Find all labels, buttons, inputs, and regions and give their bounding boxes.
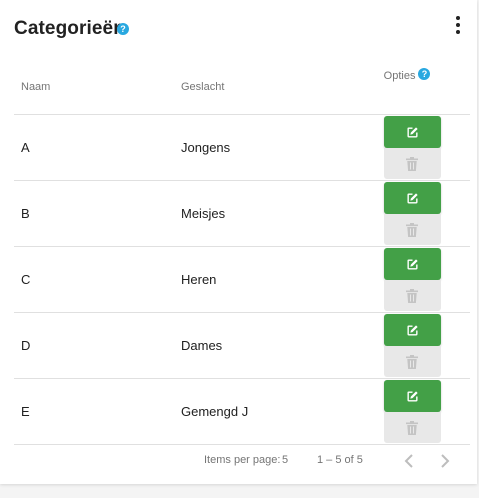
items-per-page-label: Items per page: <box>204 454 281 466</box>
cell-geslacht: Meisjes <box>181 180 384 247</box>
card-header: Categorieën ? <box>14 14 469 46</box>
help-icon[interactable]: ? <box>117 23 129 35</box>
cell-geslacht: Gemengd J <box>181 378 384 445</box>
items-per-page-select[interactable]: 5 <box>282 454 288 466</box>
delete-button[interactable] <box>383 148 441 179</box>
edit-icon <box>407 126 418 138</box>
more-vert-icon <box>456 16 460 20</box>
delete-button[interactable] <box>383 214 441 245</box>
trash-icon <box>406 288 419 303</box>
edit-icon <box>407 192 418 204</box>
categories-table: Naam Geslacht Opties? A Jongens B Meisje… <box>14 60 470 445</box>
table-row: A Jongens <box>14 114 470 181</box>
delete-button[interactable] <box>383 346 441 377</box>
cell-opties <box>383 378 470 445</box>
categories-card: Categorieën ? Naam Geslacht Opties? A Jo… <box>0 0 477 484</box>
next-page-button[interactable] <box>434 450 456 472</box>
previous-page-button[interactable] <box>398 450 420 472</box>
cell-opties <box>383 180 470 247</box>
page-title: Categorieën <box>14 18 125 39</box>
table-header-row: Naam Geslacht Opties? <box>14 60 470 115</box>
more-options-button[interactable] <box>447 14 469 36</box>
opties-label: Opties <box>383 70 416 82</box>
delete-button[interactable] <box>383 280 441 311</box>
cell-naam: B <box>14 180 181 247</box>
trash-icon <box>406 354 419 369</box>
paginator: Items per page: 5 1 – 5 of 5 <box>0 436 477 484</box>
help-icon[interactable]: ? <box>418 68 431 80</box>
cell-geslacht: Jongens <box>181 114 384 181</box>
edit-button[interactable] <box>383 116 441 148</box>
cell-opties <box>383 114 470 181</box>
chevron-right-icon <box>441 454 450 468</box>
edit-button[interactable] <box>383 248 441 280</box>
trash-icon <box>406 156 419 171</box>
table-row: B Meisjes <box>14 180 470 247</box>
edit-icon <box>407 258 418 270</box>
column-header-naam[interactable]: Naam <box>14 60 181 115</box>
cell-naam: A <box>14 114 181 181</box>
cell-geslacht: Dames <box>181 312 384 379</box>
edit-button[interactable] <box>383 182 441 214</box>
trash-icon <box>406 420 419 435</box>
table-row: C Heren <box>14 246 470 313</box>
cell-naam: D <box>14 312 181 379</box>
edit-button[interactable] <box>383 380 441 412</box>
edit-icon <box>407 324 418 336</box>
cell-naam: E <box>14 378 181 445</box>
page-range-label: 1 – 5 of 5 <box>317 454 363 466</box>
cell-opties <box>383 312 470 379</box>
cell-opties <box>383 246 470 313</box>
table-row: E Gemengd J <box>14 378 470 445</box>
cell-naam: C <box>14 246 181 313</box>
edit-icon <box>407 390 418 402</box>
column-header-geslacht[interactable]: Geslacht <box>181 60 384 115</box>
chevron-left-icon <box>404 454 413 468</box>
cell-geslacht: Heren <box>181 246 384 313</box>
table-row: D Dames <box>14 312 470 379</box>
trash-icon <box>406 222 419 237</box>
column-header-opties: Opties? <box>383 60 470 115</box>
edit-button[interactable] <box>383 314 441 346</box>
